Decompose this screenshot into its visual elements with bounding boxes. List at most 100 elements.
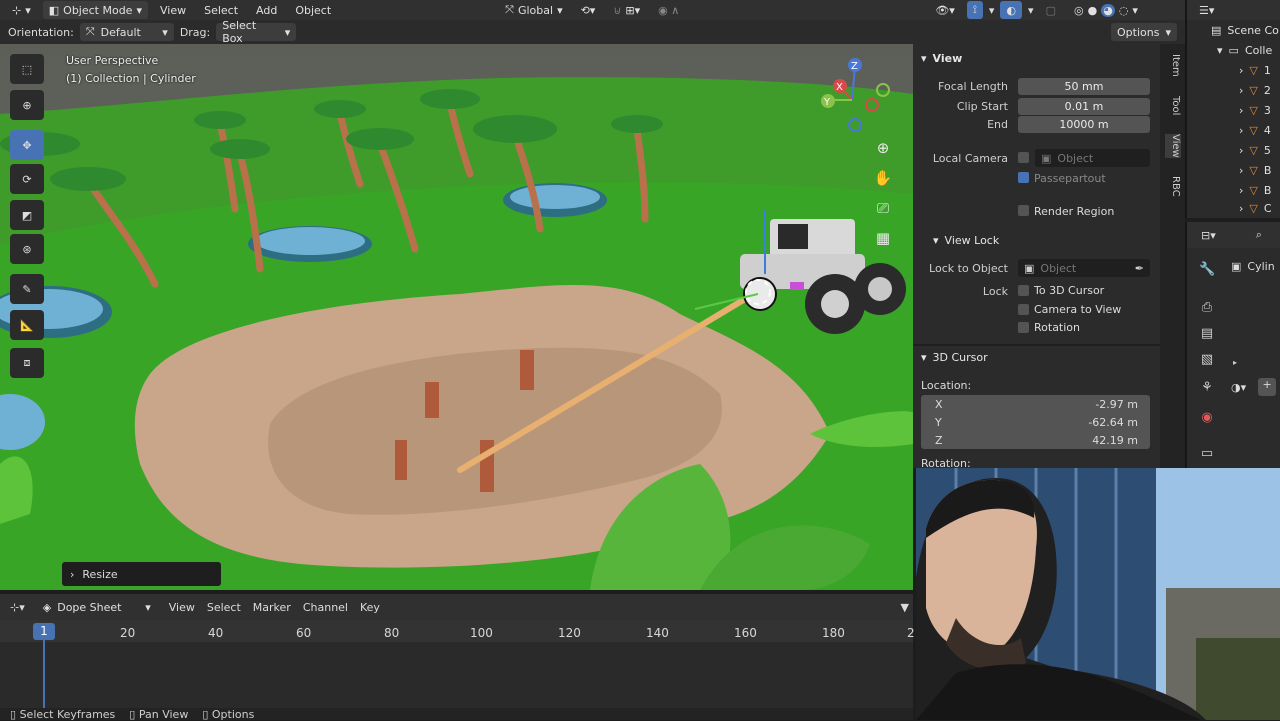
rotate-tool[interactable]: ⟳	[10, 164, 44, 194]
3d-viewport[interactable]: Z X Y User Perspective (1) Collection | …	[0, 44, 913, 590]
outliner-header: ☰▾	[1187, 0, 1280, 20]
pivot-dropdown[interactable]: ⟲▾	[575, 1, 602, 19]
visibility-dropdown[interactable]: 👁▾	[929, 1, 961, 19]
options-dropdown[interactable]: Options ▾	[1111, 23, 1177, 41]
tab-rbc[interactable]: RBC	[1165, 176, 1181, 197]
dopesheet-menu-select[interactable]: Select	[207, 601, 241, 614]
editor-type-button[interactable]: ⊹▾	[10, 601, 25, 614]
status-options: ▯ Options	[202, 707, 255, 721]
outliner-item[interactable]: › ▽ 2	[1187, 80, 1280, 100]
outliner-item[interactable]: › ▽ 1	[1187, 60, 1280, 80]
clip-end-label: End	[987, 118, 1008, 131]
cursor-icon: ⊕	[22, 98, 32, 112]
cursor-z-field[interactable]: Z 42.19 m	[921, 431, 1150, 449]
overlay-toggle[interactable]: ◐	[1000, 1, 1023, 19]
editor-type-button[interactable]: ⊹▾	[6, 1, 37, 19]
tab-item[interactable]: Item	[1165, 54, 1181, 77]
scene-properties-icon[interactable]: ⚘	[1199, 380, 1215, 396]
xray-toggle[interactable]: ▢	[1040, 1, 1062, 19]
clip-start-field[interactable]: 0.01 m	[1018, 98, 1150, 115]
camera-to-view-checkbox[interactable]	[1018, 304, 1029, 315]
focal-length-field[interactable]: 50 mm	[1018, 78, 1150, 95]
outliner-item[interactable]: › ▽ 5	[1187, 140, 1280, 160]
outliner-item[interactable]: › ▽ B	[1187, 160, 1280, 180]
cursor-y-field[interactable]: Y -62.64 m	[921, 413, 1150, 431]
sidebar-n-panel: ▾ View Focal Length 50 mm Clip Start 0.01…	[913, 44, 1160, 470]
tab-view[interactable]: View	[1165, 134, 1181, 158]
orientation-setting-dropdown[interactable]: ⤧ Default ▾	[79, 23, 174, 41]
pan-button[interactable]: ✋	[871, 166, 895, 190]
menu-view[interactable]: View	[154, 4, 192, 17]
output-properties-icon[interactable]: ▤	[1199, 326, 1215, 342]
outliner-item[interactable]: › ▽ B	[1187, 180, 1280, 200]
dopesheet-menu-view[interactable]: View	[169, 601, 195, 614]
collection-properties-icon[interactable]: ▭	[1199, 446, 1215, 462]
chevron-right-icon: ›	[1239, 201, 1244, 215]
xray-icon: ▢	[1045, 3, 1056, 17]
world-properties-icon[interactable]: ◉	[1199, 410, 1215, 426]
move-tool[interactable]: ✥	[10, 130, 44, 160]
menu-add[interactable]: Add	[250, 4, 283, 17]
frame-ruler[interactable]	[0, 620, 913, 642]
scale-tool[interactable]: ◩	[10, 200, 44, 230]
lock-to-object-field[interactable]: ▣ Object ✒	[1018, 259, 1150, 277]
render-region-checkbox[interactable]	[1018, 205, 1029, 216]
rotation-lock-checkbox[interactable]	[1018, 322, 1029, 333]
to-3d-cursor-checkbox[interactable]	[1018, 285, 1029, 296]
drag-label: Drag:	[179, 25, 211, 39]
transform-tool[interactable]: ⊛	[10, 234, 44, 264]
view-layer-icon[interactable]: ▧	[1199, 352, 1215, 368]
annotate-tool[interactable]: ✎	[10, 274, 44, 304]
current-frame-indicator[interactable]: 1	[33, 623, 55, 640]
passepartout-checkbox[interactable]	[1018, 172, 1029, 183]
render-properties-icon[interactable]: ⎙	[1199, 300, 1215, 316]
view-section-header[interactable]: ▾ View	[921, 52, 962, 65]
status-select-keyframes: ▯ Select Keyframes	[10, 707, 116, 721]
outliner-item[interactable]: › ▽ 4	[1187, 120, 1280, 140]
proportional-edit-toggle[interactable]: ◉ ∧	[652, 1, 685, 19]
properties-header: ⊟▾ ⌕	[1187, 222, 1280, 248]
pivot-icon: ⟲▾	[580, 3, 596, 17]
camera-view-button[interactable]: ⎚	[871, 196, 895, 220]
dopesheet-menu-channel[interactable]: Channel	[303, 601, 348, 614]
grid-icon: ▦	[875, 229, 891, 247]
add-cube-tool[interactable]: ⧈	[10, 348, 44, 378]
tab-tool[interactable]: Tool	[1165, 96, 1181, 115]
gizmo-toggle[interactable]: ⟟	[966, 1, 983, 19]
outliner-item[interactable]: › ▽ 3	[1187, 100, 1280, 120]
3d-cursor-section-header[interactable]: ▾ 3D Cursor	[921, 351, 988, 364]
menu-select[interactable]: Select	[198, 4, 244, 17]
redo-panel-resize[interactable]: › Resize	[62, 562, 221, 586]
dopesheet-header: ⊹▾ ◈ Dope Sheet ▾ View Select Marker Cha…	[0, 594, 913, 620]
tool-properties-icon[interactable]: 🔧	[1199, 262, 1215, 278]
snap-toggle[interactable]: ⊍ ⊞▾	[607, 1, 646, 19]
expand-icon[interactable]: ▸	[1233, 358, 1237, 367]
scene-collection-row[interactable]: ▤ Scene Co	[1187, 20, 1280, 40]
local-camera-checkbox[interactable]	[1018, 152, 1029, 163]
select-box-tool[interactable]: ⬚	[10, 54, 44, 84]
shading-ball-icon[interactable]: ◑▾	[1231, 381, 1246, 394]
view-lock-section-header[interactable]: ▾ View Lock	[933, 234, 999, 247]
menu-object[interactable]: Object	[289, 4, 337, 17]
shading-modes[interactable]: ◎ ● ◕ ◌ ▾	[1068, 1, 1144, 19]
cursor-x-field[interactable]: X -2.97 m	[921, 395, 1150, 413]
filter-icon[interactable]: ▼	[901, 601, 909, 614]
properties-editor-icon[interactable]: ⊟▾	[1201, 229, 1216, 242]
dopesheet-mode-dropdown[interactable]: ◈ Dope Sheet ▾	[36, 598, 157, 616]
search-icon[interactable]: ⌕	[1256, 228, 1262, 242]
dopesheet-menu-marker[interactable]: Marker	[253, 601, 291, 614]
drag-dropdown[interactable]: Select Box ▾	[216, 19, 297, 45]
outliner-item[interactable]: › ▽ C	[1187, 198, 1280, 218]
orientation-dropdown[interactable]: ⤧ Global ▾	[499, 1, 568, 19]
cursor-tool[interactable]: ⊕	[10, 90, 44, 120]
collection-row[interactable]: ▾ ▭ Colle	[1187, 40, 1280, 60]
measure-tool[interactable]: 📐	[10, 310, 44, 340]
local-camera-field[interactable]: ▣ Object	[1035, 149, 1150, 167]
clip-end-field[interactable]: 10000 m	[1018, 116, 1150, 133]
rendered-shading-icon: ◌	[1118, 3, 1129, 17]
dopesheet-menu-key[interactable]: Key	[360, 601, 380, 614]
zoom-button[interactable]: ⊕	[871, 136, 895, 160]
add-icon[interactable]: +	[1258, 378, 1277, 396]
mode-dropdown[interactable]: ◧ Object Mode ▾	[42, 1, 148, 19]
ortho-toggle-button[interactable]: ▦	[871, 226, 895, 250]
